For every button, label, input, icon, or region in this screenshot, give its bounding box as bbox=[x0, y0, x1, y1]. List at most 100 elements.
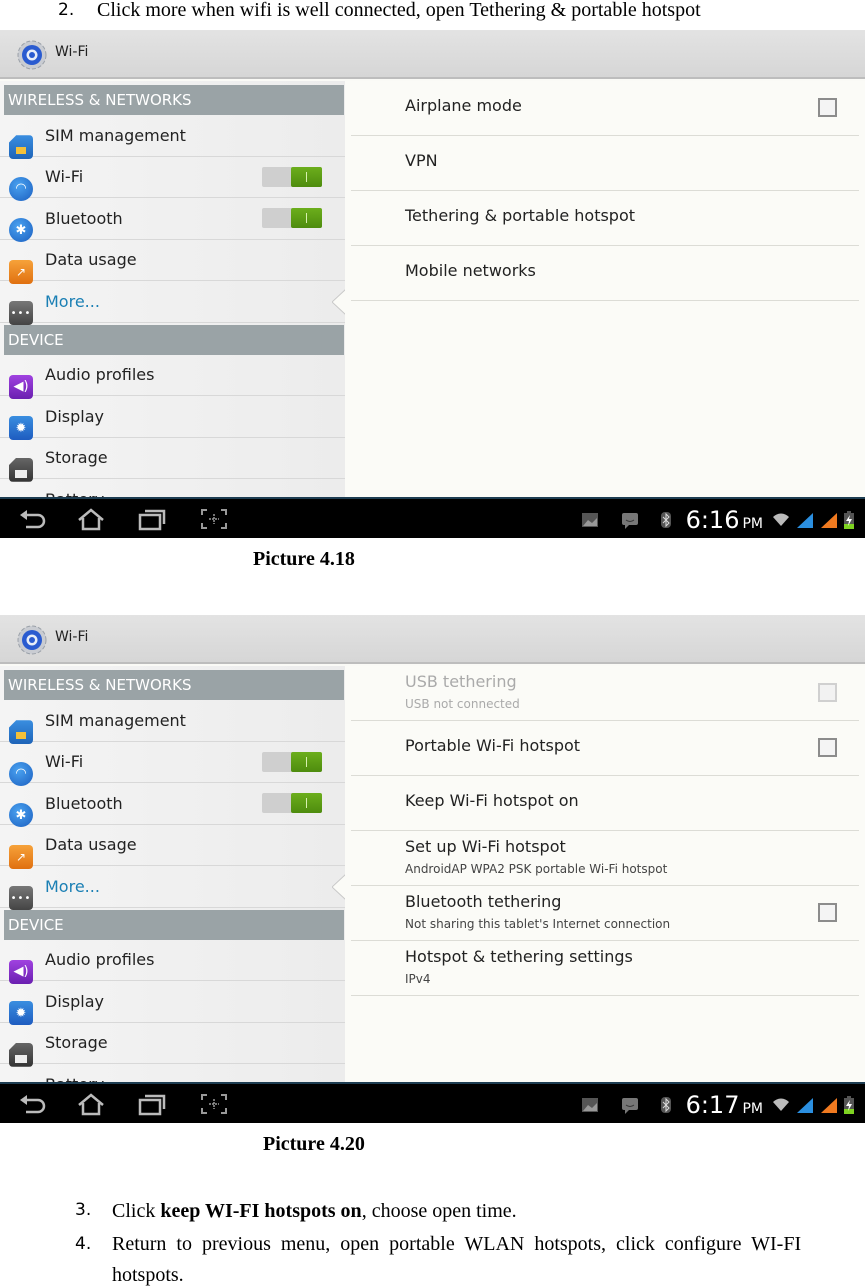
bluetooth-toggle[interactable] bbox=[262, 208, 322, 229]
sidebar-item-label: Bluetooth bbox=[45, 208, 123, 228]
toggle-knob bbox=[291, 208, 322, 229]
sidebar-item-label: Audio profiles bbox=[45, 365, 155, 385]
sidebar-item-battery[interactable]: Battery bbox=[0, 1064, 345, 1082]
sidebar-item-sim-card[interactable]: SIM management bbox=[0, 700, 345, 745]
clock-time: 6:17 bbox=[685, 1091, 740, 1119]
clock-ampm: PM bbox=[742, 516, 763, 532]
selection-indicator-icon bbox=[332, 874, 345, 900]
status-area[interactable]: 6:16 PM bbox=[574, 503, 855, 537]
sidebar-item-data-usage[interactable]: ↗ Data usage bbox=[0, 825, 345, 869]
setting-subtitle: IPv4 bbox=[405, 972, 431, 986]
message-notification-icon bbox=[621, 1098, 638, 1114]
instruction-suffix: , choose open time. bbox=[361, 1200, 517, 1222]
recent-apps-icon[interactable] bbox=[137, 507, 167, 531]
setting-title: Hotspot & tethering settings bbox=[405, 947, 633, 966]
setting-row[interactable]: Airplane mode bbox=[351, 81, 859, 136]
screenshot-icon[interactable] bbox=[199, 1092, 229, 1116]
gallery-notification-icon bbox=[581, 513, 598, 527]
battery-charging-icon bbox=[844, 511, 854, 529]
sidebar-item-label: Wi-Fi bbox=[45, 752, 84, 772]
home-icon[interactable] bbox=[76, 1092, 106, 1116]
setting-title: Bluetooth tethering bbox=[405, 892, 562, 911]
step-number: 2. bbox=[58, 0, 75, 20]
setting-row[interactable]: VPN bbox=[351, 136, 859, 191]
setting-row[interactable]: Keep Wi-Fi hotspot on bbox=[351, 776, 859, 831]
action-bar-title: Wi-Fi bbox=[55, 629, 89, 645]
cell-signal-blue-icon bbox=[797, 513, 813, 528]
sidebar-item-more[interactable]: ••• More... bbox=[0, 281, 345, 326]
setting-checkbox[interactable] bbox=[818, 98, 837, 117]
back-icon[interactable] bbox=[18, 1092, 48, 1116]
sidebar-item-label: Display bbox=[45, 406, 104, 426]
setting-row[interactable]: Bluetooth tethering Not sharing this tabl… bbox=[351, 886, 859, 941]
bluetooth-status-icon bbox=[660, 1097, 671, 1113]
section-header: WIRELESS & NETWORKS bbox=[4, 85, 344, 115]
settings-gear-icon[interactable] bbox=[16, 624, 48, 656]
setting-row[interactable]: Set up Wi-Fi hotspot AndroidAP WPA2 PSK p… bbox=[351, 831, 859, 886]
wifi-signal-icon bbox=[773, 1098, 789, 1111]
setting-row[interactable]: Tethering & portable hotspot bbox=[351, 191, 859, 246]
instruction-prefix: Click bbox=[112, 1200, 161, 1222]
instruction-text: Click keep WI-FI hotspots on, choose ope… bbox=[112, 1199, 517, 1223]
wifi-toggle[interactable] bbox=[262, 751, 322, 772]
sidebar-item-label: Wi-Fi bbox=[45, 167, 84, 187]
settings-categories: WIRELESS & NETWORKS SIM management ◠ Wi-Fi ✱… bbox=[0, 666, 345, 1082]
wifi-signal-icon bbox=[773, 513, 789, 526]
bluetooth-toggle[interactable] bbox=[262, 793, 322, 814]
sidebar-item-wifi[interactable]: ◠ Wi-Fi bbox=[0, 742, 345, 786]
setting-row[interactable]: Mobile networks bbox=[351, 246, 859, 301]
section-header: WIRELESS & NETWORKS bbox=[4, 670, 344, 700]
sidebar-item-more[interactable]: ••• More... bbox=[0, 866, 345, 911]
wifi-toggle[interactable] bbox=[262, 166, 322, 187]
instruction-text: Return to previous menu, open portable W… bbox=[112, 1233, 802, 1255]
cell-signal-blue-icon bbox=[797, 1098, 813, 1113]
setting-checkbox[interactable] bbox=[818, 738, 837, 757]
sidebar-item-label: Bluetooth bbox=[45, 793, 123, 813]
screenshot-icon[interactable] bbox=[199, 507, 229, 531]
setting-checkbox[interactable] bbox=[818, 903, 837, 922]
sidebar-item-audio[interactable]: ◀) Audio profiles bbox=[0, 355, 345, 399]
cell-signal-orange-icon bbox=[821, 1098, 837, 1113]
sidebar-item-sim-card[interactable]: SIM management bbox=[0, 115, 345, 160]
section-header: DEVICE bbox=[4, 909, 344, 940]
setting-row[interactable]: Portable Wi-Fi hotspot bbox=[351, 721, 859, 776]
sidebar-item-label: Data usage bbox=[45, 250, 137, 270]
bluetooth-status-icon bbox=[660, 512, 671, 528]
setting-title: Airplane mode bbox=[405, 96, 522, 115]
settings-screenshot: Wi-Fi WIRELESS & NETWORKS SIM management ◠ W… bbox=[0, 30, 865, 538]
sidebar-item-label: Data usage bbox=[45, 835, 137, 855]
back-icon[interactable] bbox=[18, 507, 48, 531]
sidebar-item-battery[interactable]: Battery bbox=[0, 479, 345, 497]
status-clock: 6:16 PM bbox=[686, 506, 763, 534]
settings-gear-icon[interactable] bbox=[16, 39, 48, 71]
action-bar-title: Wi-Fi bbox=[55, 44, 89, 60]
sidebar-item-label: Storage bbox=[45, 448, 108, 468]
sidebar-item-label: SIM management bbox=[45, 710, 186, 730]
setting-subtitle: USB not connected bbox=[405, 697, 520, 711]
setting-title: Tethering & portable hotspot bbox=[405, 206, 636, 225]
recent-apps-icon[interactable] bbox=[137, 1092, 167, 1116]
toggle-knob bbox=[291, 751, 322, 772]
instruction-text: hotspots. bbox=[112, 1264, 184, 1286]
sidebar-item-display[interactable]: ✹ Display bbox=[0, 981, 345, 1026]
action-bar: Wi-Fi bbox=[0, 30, 865, 79]
status-area[interactable]: 6:17 PM bbox=[574, 1088, 855, 1122]
selection-indicator-icon bbox=[332, 289, 345, 315]
home-icon[interactable] bbox=[76, 507, 106, 531]
sidebar-item-label: More... bbox=[45, 291, 100, 311]
sidebar-item-storage[interactable]: Storage bbox=[0, 1023, 345, 1067]
sidebar-item-audio[interactable]: ◀) Audio profiles bbox=[0, 940, 345, 984]
section-header: DEVICE bbox=[4, 324, 344, 355]
sidebar-item-bluetooth[interactable]: ✱ Bluetooth bbox=[0, 198, 345, 243]
setting-title: USB tethering bbox=[405, 672, 517, 691]
sidebar-item-storage[interactable]: Storage bbox=[0, 438, 345, 482]
setting-row[interactable]: Hotspot & tethering settings IPv4 bbox=[351, 941, 859, 996]
figure-caption: Picture 4.18 bbox=[253, 548, 355, 570]
sidebar-item-wifi[interactable]: ◠ Wi-Fi bbox=[0, 157, 345, 201]
settings-detail-list: Airplane mode VPN Tethering & portable hot… bbox=[345, 81, 865, 497]
settings-categories: WIRELESS & NETWORKS SIM management ◠ Wi-Fi ✱… bbox=[0, 81, 345, 497]
sidebar-item-data-usage[interactable]: ↗ Data usage bbox=[0, 240, 345, 284]
sidebar-item-bluetooth[interactable]: ✱ Bluetooth bbox=[0, 783, 345, 828]
sidebar-item-display[interactable]: ✹ Display bbox=[0, 396, 345, 441]
setting-subtitle: AndroidAP WPA2 PSK portable Wi-Fi hotspo… bbox=[405, 862, 668, 876]
